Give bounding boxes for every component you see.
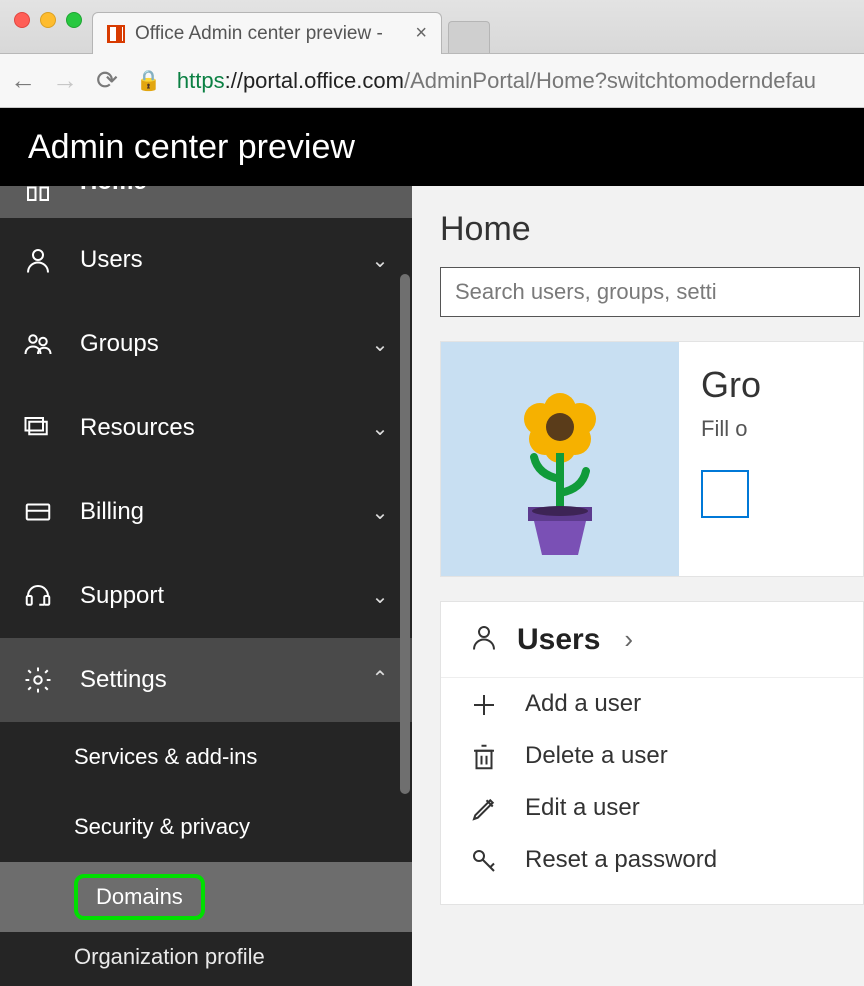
browser-tab[interactable]: Office Admin center preview - × <box>92 12 442 54</box>
reload-button[interactable]: ⟳ <box>94 65 120 96</box>
sidebar-sub-services[interactable]: Services & add-ins <box>0 722 412 792</box>
billing-icon <box>22 496 54 528</box>
sidebar-sub-org-profile[interactable]: Organization profile <box>0 932 412 982</box>
users-card-header[interactable]: Users › <box>441 602 863 678</box>
groups-icon <box>22 328 54 360</box>
page-title: Home <box>440 210 864 249</box>
chevron-down-icon: ⌄ <box>370 416 390 441</box>
sidebar-scroll-thumb[interactable] <box>400 274 410 794</box>
sidebar-sub-security[interactable]: Security & privacy <box>0 792 412 862</box>
sidebar-item-billing[interactable]: Billing ⌄ <box>0 470 412 554</box>
browser-chrome: Office Admin center preview - × ← → ⟳ 🔒 … <box>0 0 864 108</box>
sidebar-item-label: Settings <box>80 666 344 694</box>
sidebar-item-label: Users <box>80 246 344 274</box>
sidebar-sub-label: Organization profile <box>74 944 265 970</box>
sidebar-item-support[interactable]: Support ⌄ <box>0 554 412 638</box>
url-scheme: https <box>177 68 225 93</box>
users-card-title: Users <box>517 623 600 657</box>
back-button[interactable]: ← <box>10 65 36 96</box>
sidebar-item-settings[interactable]: Settings ⌃ <box>0 638 412 722</box>
lock-icon: 🔒 <box>136 68 161 93</box>
home-icon <box>22 186 54 206</box>
chevron-right-icon: › <box>624 624 633 655</box>
promo-heading: Gro <box>701 364 761 406</box>
promo-subtext: Fill o <box>701 416 761 442</box>
gear-icon <box>22 664 54 696</box>
card-row-label: Add a user <box>525 690 641 718</box>
sidebar-sub-label: Services & add-ins <box>74 744 257 770</box>
url-path: /AdminPortal/Home?switchtomoderndefau <box>404 68 816 93</box>
card-row-label: Delete a user <box>525 742 668 770</box>
sidebar-item-label: Resources <box>80 414 344 442</box>
sidebar-item-label: Groups <box>80 330 344 358</box>
chevron-down-icon: ⌄ <box>370 500 390 525</box>
sidebar: Home Users ⌄ Groups ⌄ Resources ⌄ <box>0 186 412 986</box>
chevron-down-icon: ⌄ <box>370 584 390 609</box>
edit-user-row[interactable]: Edit a user <box>441 782 863 834</box>
support-icon <box>22 580 54 612</box>
chevron-up-icon: ⌃ <box>370 666 390 691</box>
tab-close-icon[interactable]: × <box>415 22 427 45</box>
user-icon <box>469 622 499 657</box>
sidebar-sub-label: Security & privacy <box>74 814 250 840</box>
promo-button[interactable] <box>701 470 749 518</box>
user-icon <box>22 244 54 276</box>
sidebar-item-home[interactable]: Home <box>0 186 412 218</box>
new-tab-button[interactable] <box>448 21 490 53</box>
main-content: Home <box>412 186 864 986</box>
sidebar-item-label: Billing <box>80 498 344 526</box>
delete-user-row[interactable]: Delete a user <box>441 730 863 782</box>
sidebar-sub-label: Domains <box>96 884 183 909</box>
trash-icon <box>469 742 497 770</box>
window-zoom-button[interactable] <box>66 12 82 28</box>
add-user-row[interactable]: Add a user <box>441 678 863 730</box>
sidebar-item-groups[interactable]: Groups ⌄ <box>0 302 412 386</box>
sidebar-item-users[interactable]: Users ⌄ <box>0 218 412 302</box>
window-controls <box>8 0 92 53</box>
office-logo-icon <box>107 25 125 43</box>
plus-icon <box>469 690 497 718</box>
card-row-label: Edit a user <box>525 794 640 822</box>
address-bar[interactable]: https://portal.office.com/AdminPortal/Ho… <box>177 68 816 94</box>
forward-button[interactable]: → <box>52 65 78 96</box>
browser-tabbar: Office Admin center preview - × <box>0 0 864 54</box>
users-card: Users › Add a user Delete a user <box>440 601 864 905</box>
chevron-down-icon: ⌄ <box>370 248 390 273</box>
app-header: Admin center preview <box>0 108 864 186</box>
sidebar-sub-domains[interactable]: Domains <box>0 862 412 932</box>
promo-text: Gro Fill o <box>679 342 761 576</box>
key-icon <box>469 846 497 874</box>
pencil-icon <box>469 794 497 822</box>
window-minimize-button[interactable] <box>40 12 56 28</box>
browser-tab-title: Office Admin center preview - <box>135 23 383 45</box>
resources-icon <box>22 412 54 444</box>
promo-card: Gro Fill o <box>440 341 864 577</box>
sidebar-item-label: Home <box>80 186 390 196</box>
url-host: ://portal.office.com <box>225 68 404 93</box>
card-row-label: Reset a password <box>525 846 717 874</box>
reset-password-row[interactable]: Reset a password <box>441 834 863 886</box>
app-title: Admin center preview <box>28 128 355 167</box>
search-input[interactable] <box>440 267 860 317</box>
chevron-down-icon: ⌄ <box>370 332 390 357</box>
sidebar-item-label: Support <box>80 582 344 610</box>
window-close-button[interactable] <box>14 12 30 28</box>
promo-illustration <box>441 342 679 576</box>
browser-toolbar: ← → ⟳ 🔒 https://portal.office.com/AdminP… <box>0 54 864 108</box>
sidebar-item-resources[interactable]: Resources ⌄ <box>0 386 412 470</box>
